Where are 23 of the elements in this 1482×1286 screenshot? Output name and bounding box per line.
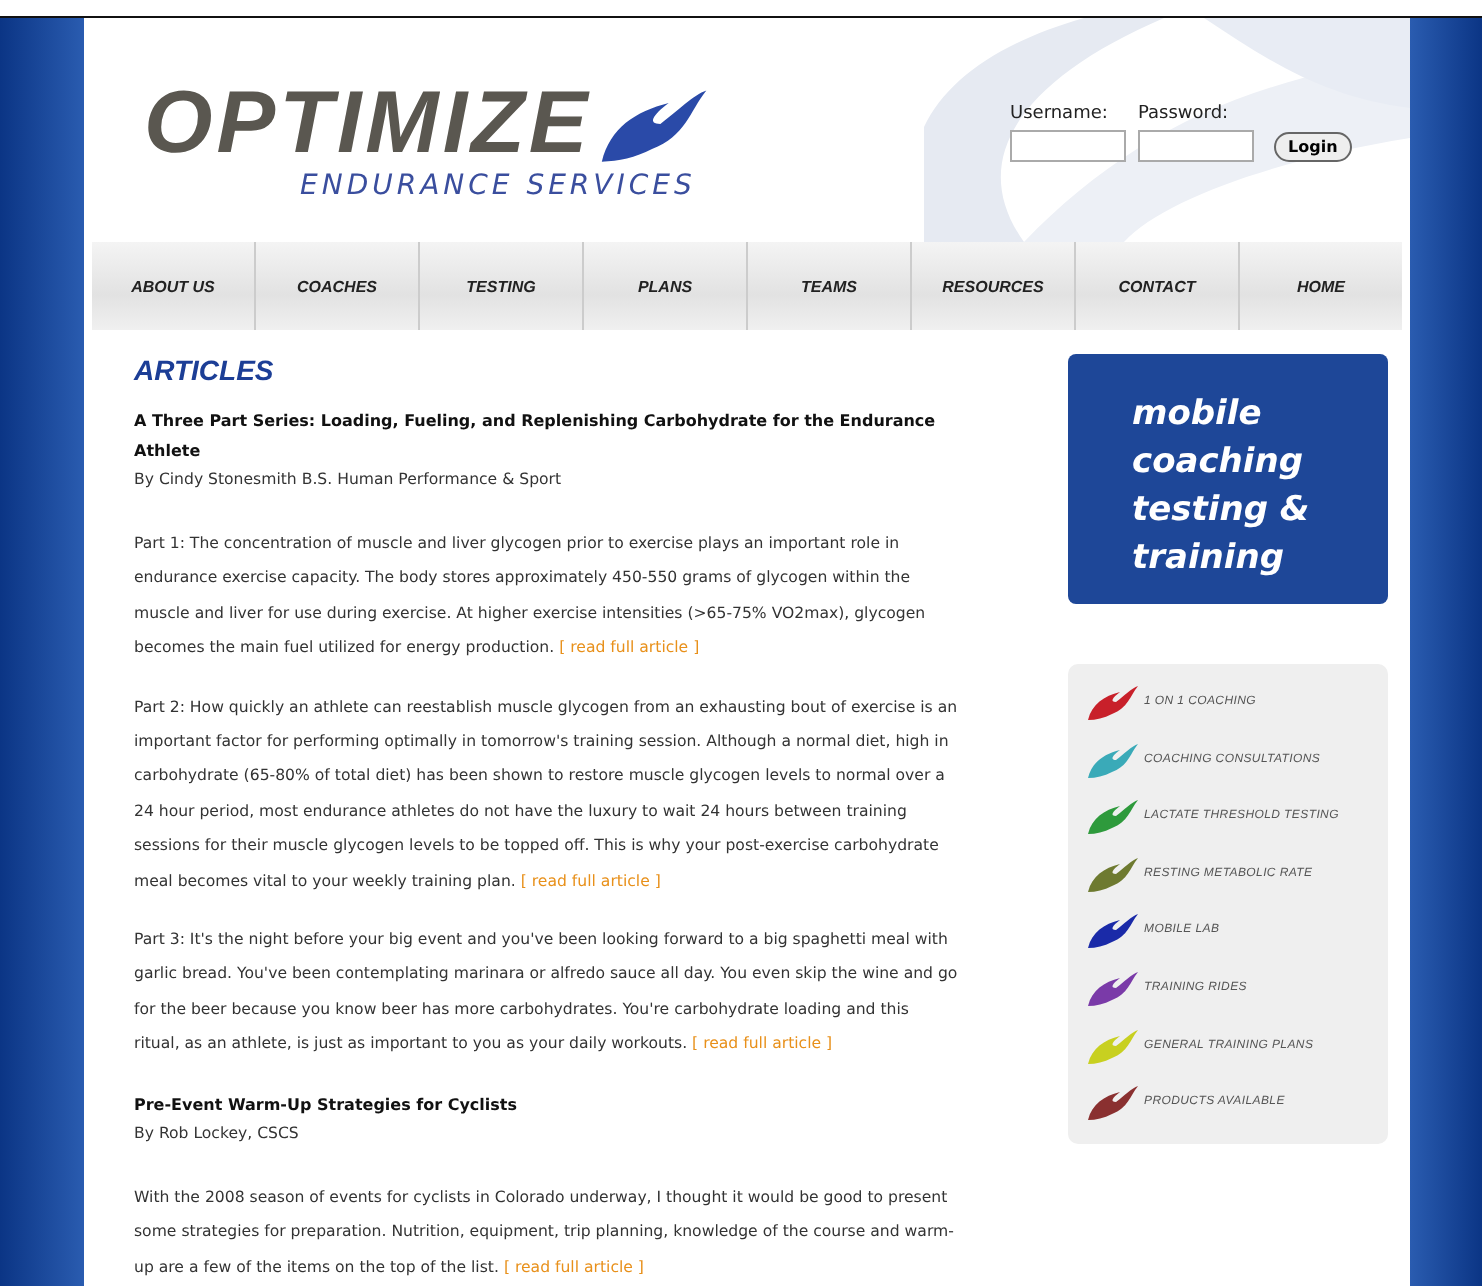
promo-text: mobile [1132, 392, 1262, 438]
login-button[interactable]: Login [1274, 132, 1352, 162]
nav-link[interactable]: HOME [1240, 242, 1402, 330]
username-label: Username: [1010, 104, 1110, 124]
section-heading: ARTICLES [134, 354, 276, 386]
nav-link[interactable]: ABOUT US [92, 242, 256, 330]
password-field[interactable] [1138, 130, 1254, 162]
promo-banner[interactable]: mobile coaching testing & training [1068, 354, 1388, 604]
nav-link[interactable]: RESOURCES [912, 242, 1076, 330]
nav-link[interactable]: COACHES [256, 242, 420, 330]
nav-link[interactable]: TEAMS [748, 242, 912, 330]
username-field[interactable] [1010, 130, 1126, 162]
promo-text: training [1132, 536, 1285, 582]
nav-link[interactable]: PLANS [584, 242, 748, 330]
article-title[interactable]: Pre-Event Warm-Up Strategies for Cyclists [134, 1089, 958, 1120]
promo-text: testing & [1132, 488, 1310, 534]
nav-link[interactable]: TESTING [420, 242, 584, 330]
password-label: Password: [1138, 104, 1231, 124]
promo-text: coaching [1132, 440, 1304, 486]
logo-text: OPTIMIZE [144, 80, 592, 168]
nav-link[interactable]: CONTACT [1076, 242, 1240, 330]
article-title[interactable]: A Three Part Series: Loading, Fueling, and Replenishing Carbohydrate for the Endurance Athlete [134, 406, 958, 466]
logo-tagline: ENDURANCE SERVICES [300, 170, 698, 202]
